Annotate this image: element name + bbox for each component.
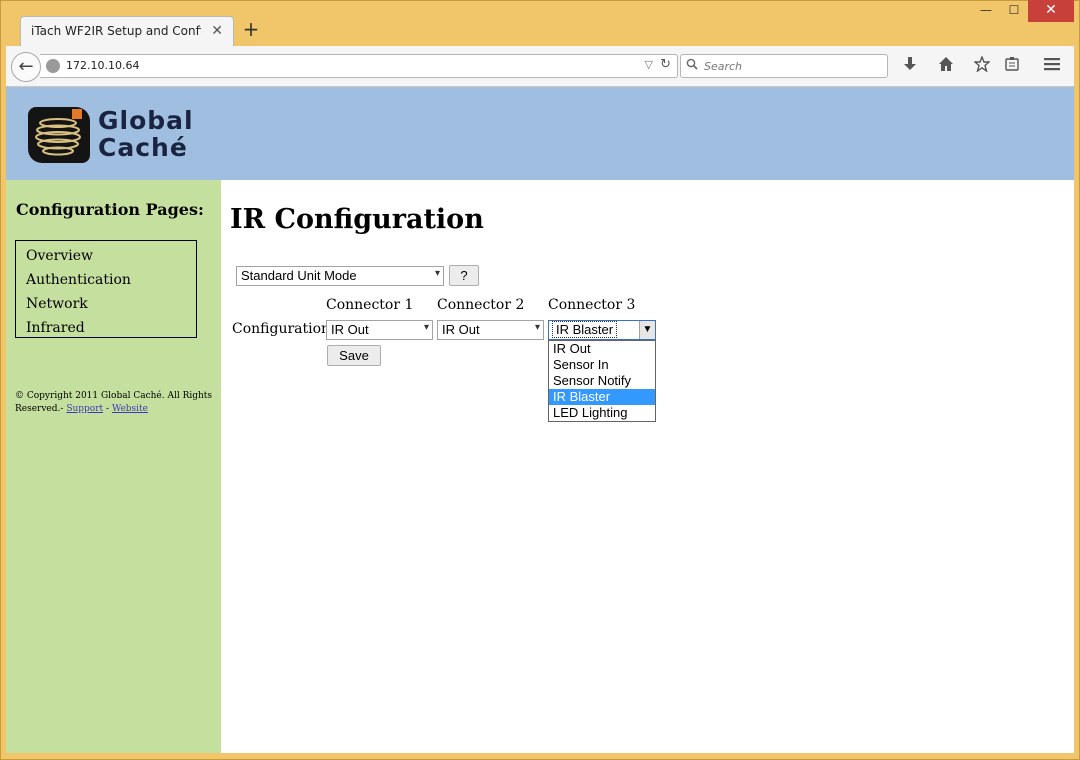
menu-icon[interactable] bbox=[1042, 56, 1062, 76]
configuration-label: Configuration bbox=[232, 321, 331, 337]
mode-select[interactable]: Standard Unit Mode ▾ bbox=[236, 266, 444, 286]
connector-3-value: IR Blaster bbox=[551, 321, 618, 338]
connector-1-value: IR Out bbox=[331, 322, 369, 337]
dropdown-option[interactable]: Sensor Notify bbox=[549, 373, 655, 389]
help-button[interactable]: ? bbox=[449, 265, 479, 286]
sidebar: Configuration Pages: Overview Authentica… bbox=[6, 180, 221, 753]
search-placeholder: Search bbox=[704, 60, 743, 73]
bookmark-star-icon[interactable] bbox=[972, 55, 992, 76]
minimize-button[interactable]: — bbox=[972, 0, 1000, 22]
logo-line2: Caché bbox=[98, 133, 188, 162]
dropdown-option[interactable]: Sensor In bbox=[549, 357, 655, 373]
copyright-notice: © Copyright 2011 Global Caché. All Right… bbox=[15, 390, 215, 416]
back-button[interactable]: ← bbox=[11, 52, 41, 82]
reload-icon[interactable]: ↻ bbox=[660, 57, 671, 72]
save-button[interactable]: Save bbox=[327, 345, 381, 366]
link-separator: - bbox=[106, 404, 110, 414]
chevron-down-icon: ▾ bbox=[423, 322, 429, 333]
download-icon[interactable] bbox=[900, 56, 920, 76]
sidebar-item-overview[interactable]: Overview bbox=[26, 244, 196, 268]
dropdown-option[interactable]: LED Lighting bbox=[549, 405, 655, 421]
sidebar-item-network[interactable]: Network bbox=[26, 292, 196, 316]
tab-title: iTach WF2IR Setup and Config... bbox=[31, 24, 201, 38]
chevron-down-icon: ▾ bbox=[534, 322, 540, 333]
sidebar-item-authentication[interactable]: Authentication bbox=[26, 268, 196, 292]
connector-3-select[interactable]: IR Blaster ▼ bbox=[548, 320, 656, 340]
close-window-button[interactable]: ✕ bbox=[1028, 0, 1074, 22]
browser-tab[interactable]: iTach WF2IR Setup and Config... ✕ bbox=[20, 16, 234, 46]
new-tab-button[interactable]: + bbox=[240, 18, 262, 40]
sidebar-item-infrared[interactable]: Infrared bbox=[26, 316, 196, 340]
dropdown-option[interactable]: IR Out bbox=[549, 341, 655, 357]
logo-line1: Global bbox=[98, 106, 194, 135]
sidebar-nav: Overview Authentication Network Infrared bbox=[15, 240, 197, 338]
title-bar: iTach WF2IR Setup and Config... ✕ + — ☐ … bbox=[0, 0, 1080, 46]
website-link[interactable]: Website bbox=[112, 404, 148, 414]
chevron-down-icon: ▾ bbox=[434, 268, 440, 279]
home-icon[interactable] bbox=[936, 56, 956, 76]
logo-text: Global Caché bbox=[98, 107, 194, 161]
connector-3-dropdown[interactable]: IR Out Sensor In Sensor Notify IR Blaste… bbox=[548, 340, 656, 422]
page-title: IR Configuration bbox=[230, 204, 484, 235]
connector-2-value: IR Out bbox=[442, 322, 480, 337]
tab-close-icon[interactable]: ✕ bbox=[211, 23, 223, 39]
search-box[interactable]: Search bbox=[680, 54, 888, 78]
main-content: IR Configuration Standard Unit Mode ▾ ? … bbox=[221, 180, 1074, 753]
globe-icon bbox=[46, 59, 60, 73]
connector-1-header: Connector 1 bbox=[326, 297, 414, 313]
page-header: Global Caché bbox=[6, 87, 1074, 180]
connector-3-header: Connector 3 bbox=[548, 297, 636, 313]
maximize-button[interactable]: ☐ bbox=[1000, 0, 1028, 22]
navigation-toolbar: 172.10.10.64 ▽ ↻ ← Search bbox=[6, 46, 1074, 87]
support-link[interactable]: Support bbox=[66, 404, 103, 414]
connector-2-header: Connector 2 bbox=[437, 297, 525, 313]
dropdown-option-selected[interactable]: IR Blaster bbox=[549, 389, 655, 405]
mode-select-value: Standard Unit Mode bbox=[241, 268, 357, 283]
search-icon bbox=[686, 58, 698, 73]
url-history-dropdown-icon[interactable]: ▽ bbox=[645, 58, 653, 71]
url-text[interactable]: 172.10.10.64 bbox=[66, 59, 139, 72]
chevron-down-icon[interactable]: ▼ bbox=[639, 321, 655, 339]
connector-2-select[interactable]: IR Out ▾ bbox=[437, 320, 544, 340]
window-controls: — ☐ ✕ bbox=[972, 0, 1074, 22]
connector-1-select[interactable]: IR Out ▾ bbox=[326, 320, 433, 340]
web-page: Global Caché Configuration Pages: Overvi… bbox=[6, 87, 1074, 753]
reading-list-icon[interactable] bbox=[1002, 56, 1022, 76]
globe-logo-icon bbox=[28, 107, 90, 163]
url-bar[interactable]: 172.10.10.64 ▽ ↻ bbox=[40, 54, 678, 78]
sidebar-title: Configuration Pages: bbox=[16, 200, 204, 219]
